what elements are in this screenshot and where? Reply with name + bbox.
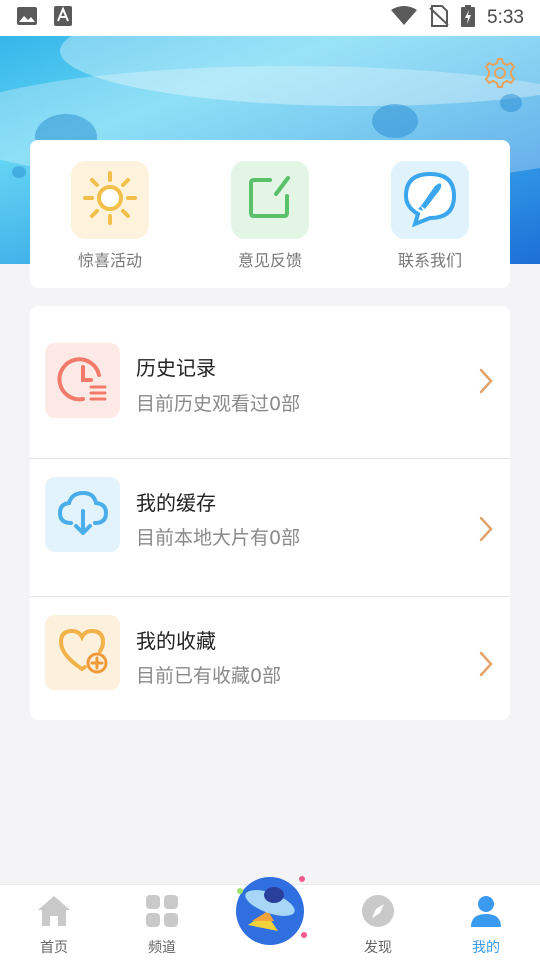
nav-label: 频道 (148, 940, 176, 956)
quick-label: 惊喜活动 (77, 251, 142, 270)
rocket-chat-icon (401, 169, 459, 231)
image-icon (16, 6, 38, 31)
nav-channel[interactable]: 频道 (108, 885, 216, 960)
row-icon-bg (45, 343, 120, 418)
feedback-edit-icon (244, 172, 296, 228)
battery-charging-icon (461, 4, 476, 32)
heart-add-icon (55, 625, 111, 681)
sun-icon (81, 169, 139, 231)
row-icon-bg (45, 615, 120, 690)
grid-icon (144, 893, 180, 933)
center-feature-button[interactable] (230, 869, 310, 949)
quick-icon-bg (71, 161, 149, 239)
quick-label: 意见反馈 (237, 251, 302, 270)
row-subtitle: 目前已有收藏0部 (136, 665, 282, 687)
nav-center (216, 876, 324, 960)
cache-row[interactable]: 我的缓存 目前本地大片有0部 (30, 459, 510, 596)
nav-discover[interactable]: 发现 (324, 885, 432, 960)
row-icon-bg (45, 477, 120, 552)
status-time: 5:33 (487, 7, 524, 28)
bottom-nav: 首页 频道 发现 我的 (0, 876, 540, 960)
nav-home[interactable]: 首页 (0, 885, 108, 960)
gear-icon (484, 57, 516, 93)
favorites-row[interactable]: 我的收藏 目前已有收藏0部 (30, 597, 510, 720)
cloud-download-icon (55, 487, 111, 543)
nav-label: 首页 (40, 940, 68, 956)
nav-mine[interactable]: 我的 (432, 885, 540, 960)
row-title: 历史记录 (136, 356, 216, 380)
row-title: 我的缓存 (136, 491, 216, 515)
ufo-planet-icon (230, 876, 310, 953)
status-bar: 5:33 (0, 0, 540, 36)
nav-label: 我的 (472, 940, 500, 956)
quick-icon-bg (391, 161, 469, 239)
my-list-card: 历史记录 目前历史观看过0部 我的缓存 目前本地大片有0部 我的收藏 目前已有收… (30, 306, 510, 720)
settings-button[interactable] (482, 57, 518, 93)
contact-us-button[interactable]: 联系我们 (350, 140, 510, 288)
home-icon (36, 893, 72, 933)
quick-icon-bg (231, 161, 309, 239)
font-a-icon (54, 5, 72, 31)
no-sim-icon (429, 4, 449, 32)
quick-label: 联系我们 (397, 251, 462, 270)
row-title: 我的收藏 (136, 629, 216, 653)
chevron-right-icon (479, 368, 493, 394)
clock-history-icon (56, 353, 109, 409)
surprise-activity-button[interactable]: 惊喜活动 (30, 140, 190, 288)
feedback-button[interactable]: 意见反馈 (190, 140, 350, 288)
chevron-right-icon (479, 651, 493, 677)
compass-icon (360, 893, 396, 933)
wifi-icon (391, 5, 418, 31)
row-subtitle: 目前本地大片有0部 (136, 527, 301, 549)
history-row[interactable]: 历史记录 目前历史观看过0部 (30, 306, 510, 458)
user-icon (468, 893, 504, 933)
row-subtitle: 目前历史观看过0部 (136, 393, 301, 415)
nav-label: 发现 (364, 940, 392, 956)
chevron-right-icon (479, 516, 493, 542)
quick-actions-card: 惊喜活动 意见反馈 联系我们 (30, 140, 510, 288)
